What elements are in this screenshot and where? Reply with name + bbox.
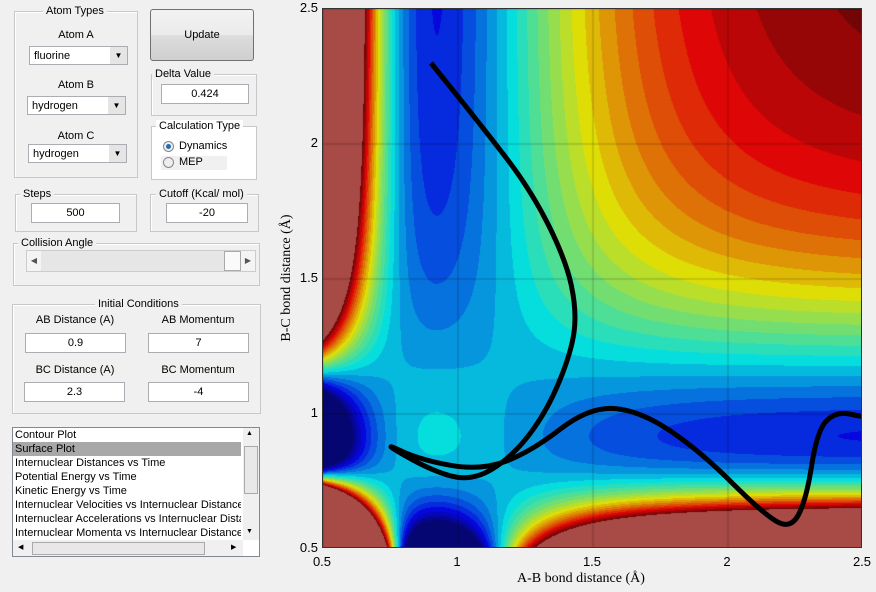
initial-conditions-group: Initial Conditions AB Distance (A) AB Mo…: [12, 298, 261, 414]
delta-input[interactable]: 0.424: [161, 84, 249, 104]
steps-group: Steps 500: [15, 188, 137, 232]
collision-angle-group: Collision Angle ◀ ▶: [13, 237, 260, 286]
arrow-up-icon[interactable]: ▲: [246, 430, 253, 437]
bc-momentum-input[interactable]: -4: [148, 382, 249, 402]
atom-c-select[interactable]: hydrogen ▼: [28, 144, 127, 163]
atom-a-label: Atom A: [58, 29, 94, 41]
plot-area: [322, 8, 862, 548]
dynamics-radio[interactable]: [163, 141, 174, 152]
update-button[interactable]: Update: [150, 9, 254, 61]
dynamics-label: Dynamics: [179, 140, 228, 152]
y-axis-label: B-C bond distance (Å): [279, 214, 294, 342]
ab-distance-label: AB Distance (A): [35, 314, 115, 326]
slider-thumb[interactable]: [224, 251, 241, 271]
x-tick-label: 2.5: [852, 554, 872, 569]
trajectory-layer: [388, 61, 861, 527]
y-tick-label: 2: [310, 135, 318, 150]
arrow-left-icon[interactable]: ◀: [18, 543, 23, 551]
delta-title: Delta Value: [152, 68, 215, 80]
mep-label: MEP: [179, 156, 203, 168]
h-scroll-thumb[interactable]: [32, 542, 205, 555]
steps-input[interactable]: 500: [31, 203, 120, 223]
atom-c-value: hydrogen: [33, 148, 79, 160]
list-item[interactable]: Internuclear Distances vs Time: [13, 456, 241, 470]
bc-distance-input[interactable]: 2.3: [24, 382, 125, 402]
collision-angle-slider[interactable]: ◀ ▶: [26, 250, 256, 272]
y-tick-label: 0.5: [299, 540, 318, 555]
cutoff-input[interactable]: -20: [166, 203, 248, 223]
trajectory-line: [388, 61, 861, 527]
atom-b-label: Atom B: [57, 79, 95, 91]
x-tick-label: 0.5: [312, 554, 332, 569]
list-item[interactable]: Kinetic Energy vs Time: [13, 484, 241, 498]
y-tick-label: 1: [310, 405, 318, 420]
calc-type-group: Calculation Type Dynamics MEP: [151, 120, 257, 180]
atom-types-title: Atom Types: [43, 5, 107, 17]
x-tick-label: 1: [453, 554, 461, 569]
initial-conditions-title: Initial Conditions: [95, 298, 182, 310]
x-axis-label: A-B bond distance (Å): [517, 571, 645, 586]
horizontal-scrollbar[interactable]: ◀ ▶: [13, 540, 243, 556]
calc-type-title: Calculation Type: [156, 120, 244, 132]
atom-types-group: Atom Types Atom A fluorine ▼ Atom B hydro…: [14, 5, 138, 178]
atom-b-value: hydrogen: [32, 100, 78, 112]
steps-title: Steps: [20, 188, 55, 200]
plot-type-list[interactable]: Contour Plot Surface Plot Internuclear Dis…: [12, 427, 260, 557]
ab-momentum-input[interactable]: 7: [148, 333, 249, 353]
list-item[interactable]: Internuclear Momenta vs Internuclear Dis…: [13, 526, 241, 540]
atom-a-value: fluorine: [34, 50, 71, 62]
ab-distance-input[interactable]: 0.9: [25, 333, 126, 353]
list-item[interactable]: Contour Plot: [13, 428, 241, 442]
atom-b-select[interactable]: hydrogen ▼: [27, 96, 126, 115]
y-tick-label: 2.5: [299, 0, 318, 15]
vertical-scrollbar[interactable]: ▲ ▼: [243, 428, 259, 540]
collision-angle-title: Collision Angle: [18, 237, 97, 249]
bc-distance-label: BC Distance (A): [35, 364, 115, 376]
scroll-thumb[interactable]: [244, 446, 258, 494]
cutoff-title: Cutoff (Kcal/ mol): [156, 188, 247, 200]
arrow-left-icon[interactable]: ◀: [27, 251, 41, 271]
atom-c-label: Atom C: [57, 130, 95, 142]
mep-option[interactable]: MEP: [161, 156, 227, 170]
delta-group: Delta Value 0.424: [151, 68, 257, 116]
arrow-right-icon[interactable]: ▶: [231, 543, 236, 551]
bc-momentum-label: BC Momentum: [161, 364, 235, 376]
list-item[interactable]: Internuclear Accelerations vs Internucle…: [13, 512, 241, 526]
atom-a-select[interactable]: fluorine ▼: [29, 46, 128, 65]
chevron-down-icon: ▼: [108, 97, 125, 114]
cutoff-group: Cutoff (Kcal/ mol) -20: [150, 188, 259, 232]
arrow-right-icon[interactable]: ▶: [241, 251, 255, 271]
list-item[interactable]: Potential Energy vs Time: [13, 470, 241, 484]
x-tick-label: 1.5: [582, 554, 602, 569]
x-tick-label: 2: [723, 554, 731, 569]
list-item[interactable]: Surface Plot: [13, 442, 241, 456]
mep-radio[interactable]: [163, 157, 174, 168]
arrow-down-icon[interactable]: ▼: [246, 528, 253, 535]
ab-momentum-label: AB Momentum: [161, 314, 235, 326]
chevron-down-icon: ▼: [110, 47, 127, 64]
list-item[interactable]: Internuclear Velocities vs Internuclear …: [13, 498, 241, 512]
chevron-down-icon: ▼: [109, 145, 126, 162]
